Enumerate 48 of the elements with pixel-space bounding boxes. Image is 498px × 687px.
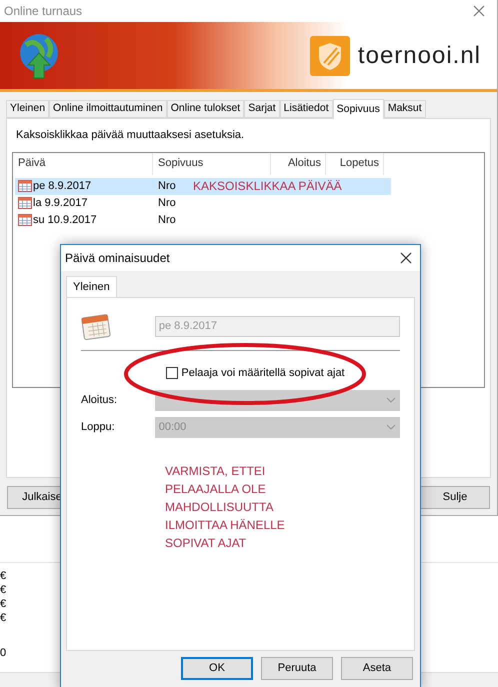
availability-cell-text: Nro: [157, 178, 177, 194]
euro-text: €: [0, 583, 6, 597]
instruction-text: Kaksoisklikkaa päivää muuttaaksesi asetuksia.: [16, 128, 246, 143]
date-cell-text: la 9.9.2017: [33, 196, 88, 211]
chevron-icon: [386, 397, 396, 403]
list-row[interactable]: la 9.9.2017 Nro: [15, 194, 391, 212]
tab[interactable]: Sarjat: [244, 100, 280, 118]
list-row[interactable]: pe 8.9.2017 Nro KAKSOISKLIKKAA PÄIVÄÄ: [15, 178, 391, 194]
tab[interactable]: Yleinen: [6, 100, 50, 118]
dialog-button[interactable]: Aseta: [341, 657, 413, 680]
field-label: Aloitus:: [81, 392, 118, 408]
date-cell-text: pe 8.9.2017: [33, 178, 92, 194]
calendar-icon: [18, 214, 32, 226]
dialog-button[interactable]: OK: [181, 657, 253, 680]
date-cell-text: su 10.9.2017: [33, 212, 97, 228]
calendar-icon: [18, 197, 32, 209]
checkbox-option[interactable]: Pelaaja voi määritellä sopivat ajat: [166, 365, 345, 382]
euro-text: €: [0, 597, 6, 611]
date-field: pe 8.9.2017: [154, 316, 400, 336]
tab[interactable]: Maksut: [384, 100, 426, 118]
dialog-button[interactable]: Peruuta: [261, 657, 333, 680]
column-header[interactable]: Päivä: [13, 152, 153, 174]
warning-note: VARMISTA, ETTEI PELAAJALLA OLE MAHDOLLISUUTTA ILMOITTAA HÄNELLE SOPIVAT AJAT: [165, 462, 286, 552]
calendar-icon: [18, 180, 32, 192]
dialog-title: Päivä ominaisuudet: [65, 250, 170, 267]
euro-text: €: [0, 611, 6, 625]
tab[interactable]: Yleinen: [66, 276, 117, 298]
tab[interactable]: Online ilmoittautuminen: [49, 100, 167, 118]
tab[interactable]: Lisätiedot: [280, 100, 333, 118]
dialog-button[interactable]: Sulje: [420, 486, 490, 509]
window-title: Online turnaus: [4, 3, 82, 20]
availability-cell-text: Nro: [157, 196, 177, 211]
column-header[interactable]: Aloitus: [271, 152, 326, 174]
tab[interactable]: Online tulokset: [166, 100, 244, 118]
shield-logo-icon: [310, 36, 350, 76]
availability-cell-text: Nro: [157, 212, 177, 228]
annotation-text: KAKSOISKLIKKAA PÄIVÄÄ: [193, 178, 342, 195]
tab[interactable]: Sopivuus: [332, 99, 384, 119]
field-label: Loppu:: [81, 420, 116, 435]
column-header[interactable]: Lopetus: [326, 152, 384, 174]
list-row[interactable]: su 10.9.2017 Nro: [15, 212, 391, 228]
close-icon[interactable]: [400, 252, 412, 264]
euro-text: €: [0, 569, 6, 583]
column-header[interactable]: Sopivuus: [153, 152, 271, 174]
checkbox[interactable]: [166, 367, 178, 380]
logo-text: toernooi.nl: [358, 40, 481, 70]
chevron-icon: [386, 424, 396, 430]
number-text: 0: [0, 646, 6, 661]
